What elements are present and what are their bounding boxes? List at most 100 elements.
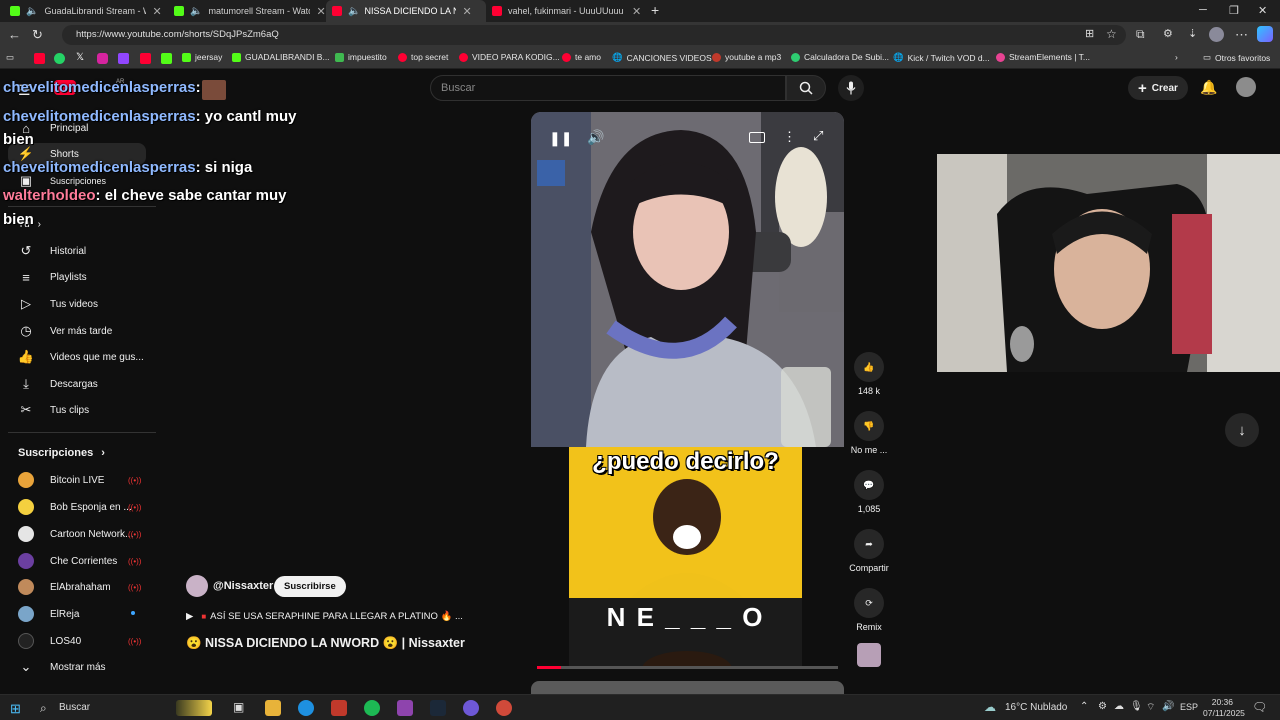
pause-icon[interactable]: ❚❚ xyxy=(549,130,572,147)
weather-text[interactable]: 16°C Nublado xyxy=(1005,702,1067,713)
subscriptions-header[interactable]: Suscripciones › xyxy=(18,447,105,459)
task-view-icon[interactable]: ▣ xyxy=(233,700,244,714)
show-more-button[interactable]: ⌄ Mostrar más xyxy=(18,657,106,677)
comments-button[interactable]: 💬 1,085 xyxy=(846,470,892,514)
remix-button[interactable]: ⟳ Remix xyxy=(846,588,892,632)
chrome-icon[interactable] xyxy=(496,700,512,716)
bookmark-item[interactable]: StreamElements | T... xyxy=(996,52,1090,62)
next-short-preview[interactable]: ¿puedo decirlo? N E _ _ _ O xyxy=(569,447,802,669)
weather-icon[interactable]: ☁ xyxy=(984,700,996,714)
download-icon[interactable]: ⇣ xyxy=(1188,27,1197,40)
app-icon[interactable] xyxy=(397,700,413,716)
sound-thumbnail[interactable] xyxy=(857,643,881,667)
bookmark-item[interactable]: te amo xyxy=(562,52,601,62)
clock[interactable]: 20:36 07/11/2025 xyxy=(1203,697,1245,719)
spotify-icon[interactable] xyxy=(364,700,380,716)
create-button[interactable]: + Crear xyxy=(1128,76,1188,100)
tray-app-icon[interactable]: ⚙ xyxy=(1098,701,1107,712)
bookmarks-icon[interactable]: ▭ xyxy=(6,52,14,63)
language-indicator[interactable]: ESP xyxy=(1180,702,1198,712)
twitch-bookmark-icon[interactable] xyxy=(118,53,129,64)
bookmark-item[interactable]: 🌐 Kick / Twitch VOD d... xyxy=(893,52,990,63)
menu-dots-icon[interactable]: ⋯ xyxy=(1235,27,1248,43)
whatsapp-bookmark-icon[interactable] xyxy=(54,53,65,64)
wifi-icon[interactable]: ⌔ xyxy=(1146,701,1155,714)
video-progress-track[interactable] xyxy=(537,666,838,669)
bookmark-folder[interactable]: ▭ Otros favoritos xyxy=(1203,52,1270,63)
sidebar-item-your-videos[interactable]: ▷ Tus videos xyxy=(18,294,98,314)
youtube-bookmark-icon[interactable] xyxy=(140,53,151,64)
browser-tab[interactable]: vahel, fukinmari - UuuUUuuu - Yo ✕ xyxy=(486,0,646,22)
close-tab-icon[interactable]: ✕ xyxy=(462,5,471,18)
dislike-button[interactable]: 👎 No me ... xyxy=(846,411,892,455)
fullscreen-icon[interactable]: ⤢ xyxy=(813,128,823,144)
subscribe-button[interactable]: Suscribirse xyxy=(274,576,346,597)
sidebar-item-watch-later[interactable]: ◷ Ver más tarde xyxy=(18,321,112,341)
microphone-icon[interactable]: 🎙 xyxy=(1130,701,1143,712)
search-button[interactable] xyxy=(786,75,826,101)
extensions-icon[interactable]: ⧉ xyxy=(1136,27,1145,42)
channel-avatar[interactable] xyxy=(186,575,208,597)
short-title[interactable]: 😮 NISSA DICIENDO LA NWORD 😮 | Nissaxter xyxy=(186,636,465,651)
youtube-bookmark-icon[interactable] xyxy=(34,53,45,64)
translate-icon[interactable]: ⊞ xyxy=(1085,27,1094,40)
notifications-icon[interactable]: 🗨 xyxy=(1252,700,1267,714)
bookmark-item[interactable]: impuestito xyxy=(335,52,387,62)
tray-app-icon[interactable]: ☁ xyxy=(1114,701,1124,712)
bookmark-item[interactable]: jeersay xyxy=(182,52,222,62)
kick-bookmark-icon[interactable] xyxy=(161,53,172,64)
sidebar-item-downloads[interactable]: ⤓ Descargas xyxy=(18,374,98,394)
sidebar-item-clips[interactable]: ✂ Tus clips xyxy=(18,400,90,420)
star-icon[interactable]: ☆ xyxy=(1106,27,1117,41)
reload-icon[interactable]: ↻ xyxy=(32,27,43,43)
related-video-link[interactable]: ▶ ■ ASÍ SE USA SERAPHINE PARA LLEGAR A P… xyxy=(186,611,463,622)
bookmark-item[interactable]: Calculadora De Subi... xyxy=(791,52,889,62)
maximize-icon[interactable]: ❐ xyxy=(1229,4,1239,17)
captions-icon[interactable] xyxy=(749,132,765,143)
url-input[interactable]: https://www.youtube.com/shorts/SDqJPsZm6… xyxy=(62,25,1126,45)
next-short-button[interactable]: ↓ xyxy=(1225,413,1259,447)
search-input[interactable]: Buscar xyxy=(430,75,786,101)
voice-search-button[interactable] xyxy=(838,75,864,101)
close-tab-icon[interactable]: ✕ xyxy=(632,5,641,18)
share-button[interactable]: ➦ Compartir xyxy=(846,529,892,573)
taskbar-search-label[interactable]: Buscar xyxy=(59,702,90,713)
discord-icon[interactable] xyxy=(463,700,479,716)
steam-icon[interactable] xyxy=(430,700,446,716)
subscription-item[interactable]: LOS40 xyxy=(18,631,81,651)
sidebar-item-history[interactable]: ↺ Historial xyxy=(18,241,87,261)
copilot-logo-icon[interactable] xyxy=(1257,26,1273,42)
search-icon[interactable]: ⌕ xyxy=(40,701,47,716)
subscription-item[interactable]: ElReja xyxy=(18,604,79,624)
sidebar-item-liked-videos[interactable]: 👍 Videos que me gus... xyxy=(18,347,144,367)
new-tab-icon[interactable]: + xyxy=(651,2,659,18)
back-icon[interactable]: ← xyxy=(8,27,21,42)
subscription-item[interactable]: Bitcoin LIVE xyxy=(18,470,104,490)
file-explorer-icon[interactable] xyxy=(265,700,281,716)
channel-handle[interactable]: @Nissaxter xyxy=(213,580,273,592)
subscription-item[interactable]: Cartoon Network... xyxy=(18,524,133,544)
shorts-video-player[interactable]: ❚❚ 🔊 ⋮ ⤢ xyxy=(531,112,844,447)
bookmark-item[interactable]: youtube a mp3 xyxy=(712,52,781,62)
minimize-icon[interactable]: ─ xyxy=(1199,4,1207,16)
browser-tab[interactable]: 🔈 matumorell Stream - Watch ✕ xyxy=(168,0,328,22)
tray-chevron-icon[interactable]: ⌃ xyxy=(1080,701,1088,712)
edge-icon[interactable] xyxy=(298,700,314,716)
bookmark-item[interactable]: 🌐 CANCIONES VIDEOS xyxy=(612,52,712,63)
account-avatar[interactable] xyxy=(1236,77,1256,97)
bookmark-item[interactable]: VIDEO PARA KODIG... xyxy=(459,52,560,62)
copilot-icon[interactable]: ⚙ xyxy=(1163,27,1173,40)
instagram-bookmark-icon[interactable] xyxy=(97,53,108,64)
close-tab-icon[interactable]: ✕ xyxy=(152,5,161,18)
profile-avatar[interactable] xyxy=(1209,27,1224,42)
browser-tab[interactable]: 🔈 GuadaLibrandi Stream - Wat ✕ xyxy=(4,0,164,22)
close-window-icon[interactable]: ✕ xyxy=(1258,4,1267,17)
bookmark-item[interactable]: top secret xyxy=(398,52,448,62)
bookmark-item[interactable]: GUADALIBRANDI B... xyxy=(232,52,330,62)
browser-tab-active[interactable]: 🔈 NISSA DICIENDO LA NWO ✕ xyxy=(326,0,486,22)
more-options-icon[interactable]: ⋮ xyxy=(783,129,796,145)
subscription-item[interactable]: Che Corrientes xyxy=(18,551,117,571)
windows-start-icon[interactable]: ⊞ xyxy=(10,701,21,717)
obs-icon[interactable] xyxy=(331,700,347,716)
like-button[interactable]: 👍 148 k xyxy=(846,352,892,396)
